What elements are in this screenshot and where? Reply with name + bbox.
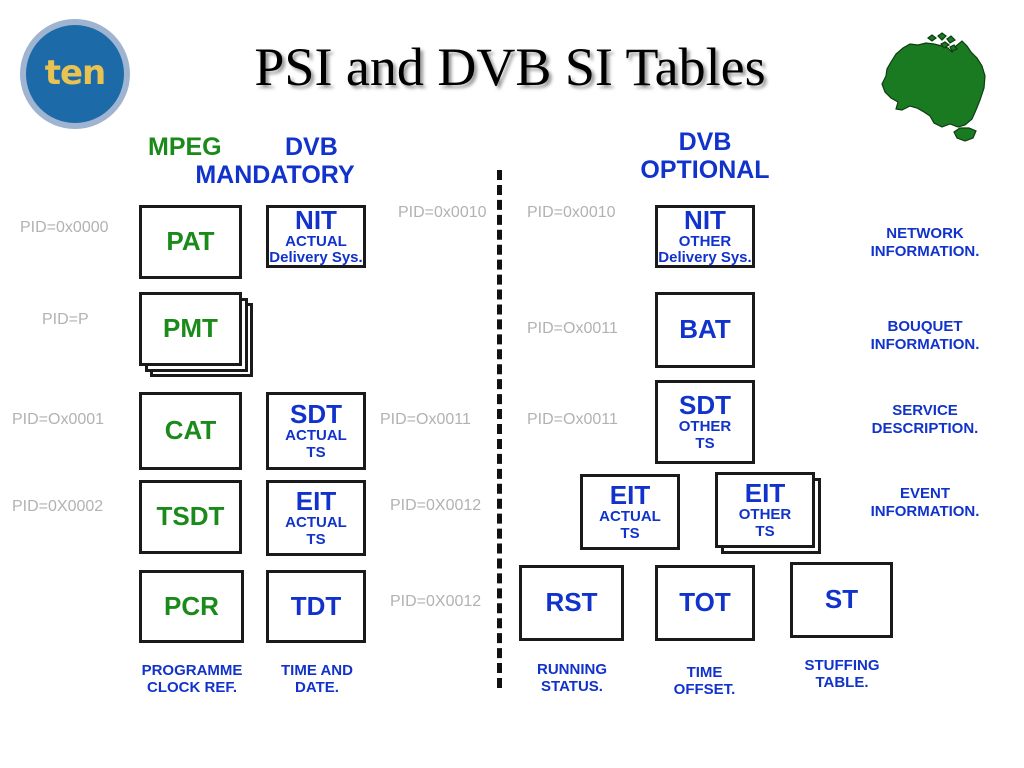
description-network-information: NETWORK INFORMATION. [845,225,1005,261]
description-bouquet-information-line2: INFORMATION. [870,336,980,353]
caption-pcr: PROGRAMME CLOCK REF. [128,662,256,697]
description-network-information-line2: INFORMATION. [870,243,980,260]
pid-label-eit-actual: PID=0X0012 [390,497,482,514]
pid-label-nit-other: PID=0x0010 [527,204,616,221]
table-box-pat[interactable]: PAT [139,205,242,279]
table-box-nit-actual[interactable]: NIT ACTUAL Delivery Sys. [266,205,366,268]
table-box-bat[interactable]: BAT [655,292,755,368]
table-box-eit-other[interactable]: EIT OTHER TS [715,472,815,548]
caption-tdt: TIME AND DATE. [262,662,372,697]
description-event-information-line2: INFORMATION. [870,503,980,520]
table-box-eit-actual-optional-sub2: TS [620,524,640,542]
table-box-tdt[interactable]: TDT [266,570,366,643]
table-box-cat[interactable]: CAT [139,392,242,470]
table-box-sdt-other[interactable]: SDT OTHER TS [655,380,755,464]
heading-dvb-optional-line2: OPTIONAL [640,156,770,184]
caption-rst-line2: STATUS. [541,678,603,696]
table-box-sdt-other-sub2: TS [695,434,715,452]
pid-label-bat: PID=Ox0011 [527,320,618,337]
description-event-information-line1: EVENT [899,485,950,502]
table-box-st-label: ST [824,584,859,615]
table-box-eit-actual-mandatory-sub: ACTUAL [285,514,347,532]
caption-tot-line2: OFFSET. [673,681,736,699]
table-box-rst-label: RST [545,587,598,618]
table-box-sdt-actual-sub2: TS [306,443,326,461]
table-box-tot[interactable]: TOT [655,565,755,641]
table-box-nit-actual-sub2: Delivery Sys. [269,249,363,267]
table-box-pmt[interactable]: PMT [139,292,242,366]
table-box-eit-actual-optional-sub: ACTUAL [599,508,661,526]
section-divider [497,170,502,688]
pid-label-sdt-actual: PID=Ox0011 [380,411,471,428]
table-box-sdt-actual[interactable]: SDT ACTUAL TS [266,392,366,470]
pid-label-pat: PID=0x0000 [20,219,109,236]
table-box-nit-other-sub2: Delivery Sys. [658,249,752,267]
page-title: PSI and DVB SI Tables [254,37,766,97]
table-box-cat-label: CAT [164,415,217,446]
table-box-nit-actual-sub: ACTUAL [285,232,347,250]
pid-label-tsdt: PID=0X0002 [12,498,104,515]
caption-tdt-line1: TIME AND [281,662,353,679]
table-box-eit-actual-optional[interactable]: EIT ACTUAL TS [580,474,680,550]
pid-label-tdt: PID=0X0012 [390,593,482,610]
table-box-pcr[interactable]: PCR [139,570,244,643]
australia-map-icon [881,32,986,142]
caption-st: STUFFING TABLE. [787,657,897,692]
pid-label-pmt: PID=P [42,311,89,328]
caption-pcr-line2: CLOCK REF. [147,679,237,697]
table-box-sdt-actual-sub: ACTUAL [285,427,347,445]
table-box-pcr-label: PCR [164,590,219,621]
heading-mandatory: MANDATORY [195,161,355,189]
caption-tdt-line2: DATE. [295,679,339,697]
caption-st-line2: TABLE. [815,674,869,692]
slide-canvas: ten PSI and DVB SI Tables MPEG DVB MANDA… [0,0,1024,768]
caption-st-line1: STUFFING [804,657,880,674]
table-box-rst[interactable]: RST [519,565,624,641]
table-box-eit-actual-mandatory-label: EIT [295,486,337,517]
description-service-description-line1: SERVICE [892,402,958,419]
caption-rst-line1: RUNNING [537,661,607,678]
caption-pcr-line1: PROGRAMME [141,662,243,679]
table-box-pat-label: PAT [166,226,215,257]
table-box-tsdt-label: TSDT [156,501,225,532]
description-network-information-line1: NETWORK [886,225,964,242]
heading-dvb: DVB [285,133,338,161]
description-event-information: EVENT INFORMATION. [845,485,1005,521]
table-box-eit-other-label: EIT [744,478,786,509]
heading-dvb-optional-line1: DVB [678,128,732,156]
description-bouquet-information-line1: BOUQUET [887,318,963,335]
table-box-sdt-other-label: SDT [679,390,731,421]
table-box-eit-other-sub2: TS [755,522,775,540]
table-box-st[interactable]: ST [790,562,893,638]
table-box-tdt-label: TDT [290,590,342,621]
table-box-tsdt[interactable]: TSDT [139,480,242,554]
pid-label-cat: PID=Ox0001 [12,411,105,428]
caption-tot-line1: TIME [686,664,723,681]
heading-dvb-optional: DVB OPTIONAL [600,128,810,184]
description-bouquet-information: BOUQUET INFORMATION. [845,318,1005,354]
heading-mpeg: MPEG [148,133,222,161]
table-box-eit-actual-optional-label: EIT [609,480,651,511]
table-box-tot-label: TOT [679,587,731,618]
table-box-pmt-label: PMT [163,313,218,344]
caption-tot: TIME OFFSET. [652,664,757,699]
table-box-bat-label: BAT [679,314,731,345]
table-box-nit-other-sub: OTHER [678,232,732,250]
description-service-description-line2: DESCRIPTION. [871,420,979,437]
table-box-nit-actual-label: NIT [295,204,337,235]
table-box-sdt-other-sub: OTHER [678,418,732,436]
caption-rst: RUNNING STATUS. [517,661,627,696]
table-box-eit-actual-mandatory-sub2: TS [306,530,326,548]
pid-label-nit-actual: PID=0x0010 [398,204,487,221]
table-box-eit-other-sub: OTHER [738,506,792,524]
table-box-eit-actual-mandatory[interactable]: EIT ACTUAL TS [266,480,366,556]
table-box-nit-other-label: NIT [684,204,726,235]
table-box-nit-other[interactable]: NIT OTHER Delivery Sys. [655,205,755,268]
pid-label-sdt-other: PID=Ox0011 [527,411,618,428]
description-service-description: SERVICE DESCRIPTION. [845,402,1005,438]
ten-circle-logo: ten [26,25,124,123]
table-box-sdt-actual-label: SDT [290,399,342,430]
logo-wordmark: ten [44,53,107,93]
